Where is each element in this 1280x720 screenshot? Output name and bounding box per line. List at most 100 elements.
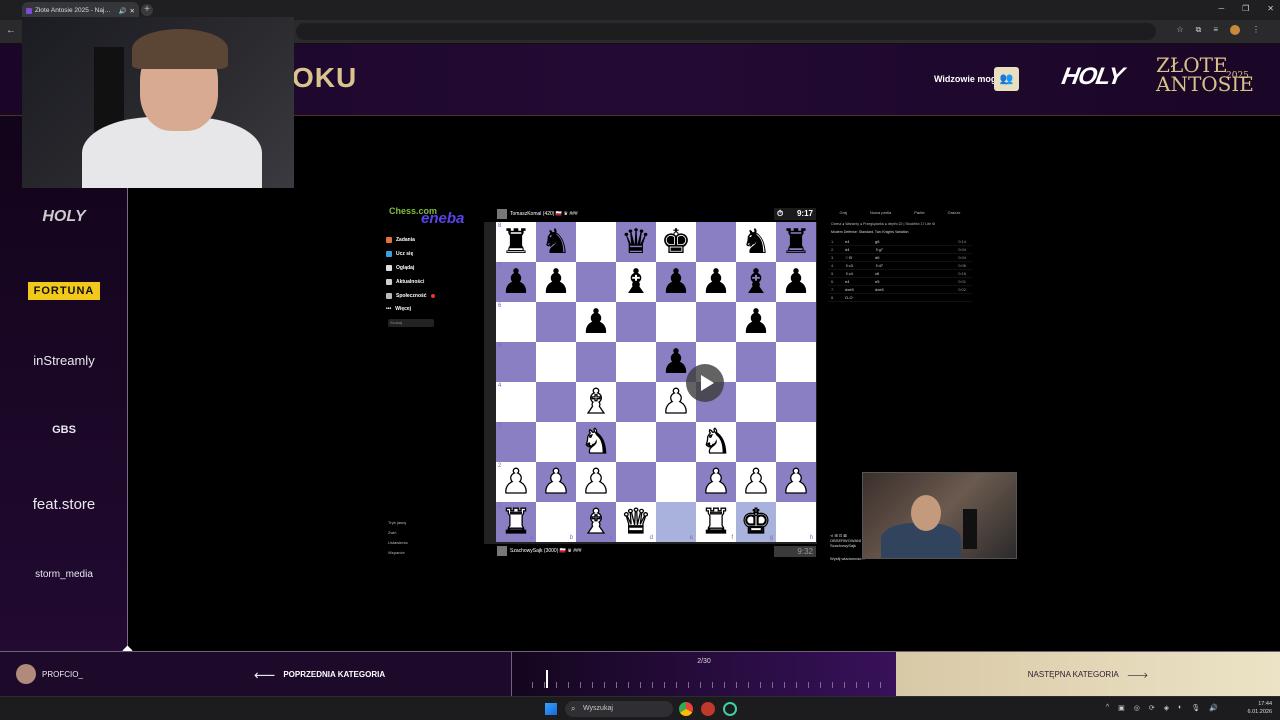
new-tab-button[interactable]: + [141, 4, 153, 16]
square-h5[interactable] [776, 342, 816, 382]
black-pawn-icon[interactable]: ♟ [741, 305, 771, 339]
chess-board[interactable]: ♜ 8 ♞ ♛ ♚ ♞ ♜ ♟ 7 ♟ ♝ ♟ ♟ ♝ ♟ 6 ♟ ♟ 5 ♟ 4 ♝ ♟ 3 ♞ ♞ ♟ 2 ♟ ♟ ♟ ♟ ♟ ♜ 1 a b ♝ c ♛… [496, 222, 816, 542]
black-pawn-icon[interactable]: ♟ [701, 265, 731, 299]
square-a8[interactable]: ♜ 8 [496, 222, 536, 262]
white-queen-icon[interactable]: ♛ [620, 504, 652, 539]
square-g3[interactable] [736, 422, 776, 462]
square-b3[interactable] [536, 422, 576, 462]
square-c1[interactable]: ♝ c [576, 502, 616, 542]
black-knight-icon[interactable]: ♞ [541, 225, 571, 259]
square-b4[interactable] [536, 382, 576, 422]
square-b8[interactable]: ♞ [536, 222, 576, 262]
chat-input[interactable]: Wyślij wiadomość... [830, 556, 865, 561]
nav-item-spolecznosc[interactable]: Społeczność [386, 293, 435, 299]
chess-search-input[interactable]: Szukaj [388, 319, 434, 327]
square-c6[interactable]: ♟ [576, 302, 616, 342]
black-pawn-icon[interactable]: ♟ [581, 305, 611, 339]
square-f1[interactable]: ♜ f [696, 502, 736, 542]
analysis-options[interactable]: Ocena ● Warianty ● Przeglądarka ● depth=… [828, 222, 972, 226]
viewers-button[interactable]: 👥 [994, 67, 1019, 91]
tray-app-icon[interactable]: ◎ [1134, 704, 1140, 712]
close-window-icon[interactable]: ✕ [1267, 4, 1274, 13]
black-pawn-icon[interactable]: ♟ [541, 265, 571, 299]
square-b7[interactable]: ♟ [536, 262, 576, 302]
square-a5[interactable]: 5 [496, 342, 536, 382]
nav-item-ogladaj[interactable]: Oglądaj [386, 265, 414, 271]
white-pawn-icon[interactable]: ♟ [580, 464, 612, 499]
square-g4[interactable] [736, 382, 776, 422]
square-e2[interactable] [656, 462, 696, 502]
prev-category-button[interactable]: 🡐 POPRZEDNIA KATEGORIA [128, 652, 512, 697]
black-queen-icon[interactable]: ♛ [621, 225, 651, 259]
square-g2[interactable]: ♟ [736, 462, 776, 502]
next-category-button[interactable]: NASTĘPNA KATEGORIA 🡒 [896, 652, 1280, 697]
app-icon[interactable] [723, 702, 737, 716]
black-rook-icon[interactable]: ♜ [501, 225, 531, 259]
bookmark-star-icon[interactable]: ☆ [1176, 25, 1183, 35]
white-knight-icon[interactable]: ♞ [700, 424, 732, 459]
square-d3[interactable] [616, 422, 656, 462]
square-d2[interactable] [616, 462, 656, 502]
tab-nowa-partia[interactable]: Nowa partia [870, 210, 891, 215]
tab-gracze[interactable]: Gracze [948, 210, 961, 215]
black-rook-icon[interactable]: ♜ [781, 225, 811, 259]
app-icon[interactable] [701, 702, 715, 716]
move-row[interactable]: 6. e4 e5 0:01 [828, 278, 972, 286]
white-rook-icon[interactable]: ♜ [500, 504, 532, 539]
square-g6[interactable]: ♟ [736, 302, 776, 342]
move-row[interactable]: 4. ♗c3 ♗d7 0:06 [828, 262, 972, 270]
white-bishop-icon[interactable]: ♝ [580, 384, 612, 419]
square-e3[interactable] [656, 422, 696, 462]
nav-item-ucz-sie[interactable]: Ucz się [386, 251, 413, 257]
maximize-icon[interactable]: ❐ [1242, 4, 1249, 13]
minimize-icon[interactable]: ─ [1218, 4, 1224, 13]
square-c2[interactable]: ♟ [576, 462, 616, 502]
square-d5[interactable] [616, 342, 656, 382]
bottom-player[interactable]: SzachowySajk (3000) 🇵🇱 ♛ ### [497, 546, 582, 556]
square-d1[interactable]: ♛ d [616, 502, 656, 542]
square-e6[interactable] [656, 302, 696, 342]
black-pawn-icon[interactable]: ♟ [781, 265, 811, 299]
move-row[interactable]: 2. d4 ♗g7 0:04 [828, 246, 972, 254]
square-b2[interactable]: ♟ [536, 462, 576, 502]
white-rook-icon[interactable]: ♜ [700, 504, 732, 539]
square-h1[interactable]: h [776, 502, 816, 542]
square-c8[interactable] [576, 222, 616, 262]
taskbar-search[interactable]: ⌕ Wyszukaj [565, 701, 673, 717]
square-c4[interactable]: ♝ [576, 382, 616, 422]
square-d8[interactable]: ♛ [616, 222, 656, 262]
square-a1[interactable]: ♜ 1 a [496, 502, 536, 542]
square-a3[interactable]: 3 [496, 422, 536, 462]
square-h7[interactable]: ♟ [776, 262, 816, 302]
black-pawn-icon[interactable]: ♟ [661, 265, 691, 299]
footer-collapse[interactable]: Zwiń [388, 530, 396, 535]
top-player[interactable]: TomaszKomal (420) 🇵🇱 ♛ ### [497, 209, 578, 219]
move-row[interactable]: 5. ♗c4 c6 0:16 [828, 270, 972, 278]
black-knight-icon[interactable]: ♞ [741, 225, 771, 259]
nav-item-aktualnosci[interactable]: Aktualności [386, 279, 424, 285]
square-c7[interactable] [576, 262, 616, 302]
square-a7[interactable]: ♟ 7 [496, 262, 536, 302]
omnibox[interactable] [296, 23, 1156, 40]
volume-icon[interactable]: 🔊 [1209, 704, 1218, 712]
square-e8[interactable]: ♚ [656, 222, 696, 262]
square-e1[interactable]: e [656, 502, 696, 542]
square-d6[interactable] [616, 302, 656, 342]
white-pawn-icon[interactable]: ♟ [740, 464, 772, 499]
back-icon[interactable]: ← [6, 25, 16, 36]
white-bishop-icon[interactable]: ♝ [580, 504, 612, 539]
chrome-icon[interactable] [679, 702, 693, 716]
tab-partie[interactable]: Partie [914, 210, 924, 215]
tray-app-icon[interactable]: ◈ [1164, 704, 1169, 712]
square-h8[interactable]: ♜ [776, 222, 816, 262]
move-row[interactable]: 1. e4 g6 0:14 [828, 238, 972, 246]
square-b5[interactable] [536, 342, 576, 382]
square-f6[interactable] [696, 302, 736, 342]
square-c3[interactable]: ♞ [576, 422, 616, 462]
square-f2[interactable]: ♟ [696, 462, 736, 502]
square-d7[interactable]: ♝ [616, 262, 656, 302]
square-h2[interactable]: ♟ [776, 462, 816, 502]
square-c5[interactable] [576, 342, 616, 382]
play-overlay-icon[interactable] [686, 364, 724, 402]
footer-support[interactable]: Wsparcie [388, 550, 405, 555]
